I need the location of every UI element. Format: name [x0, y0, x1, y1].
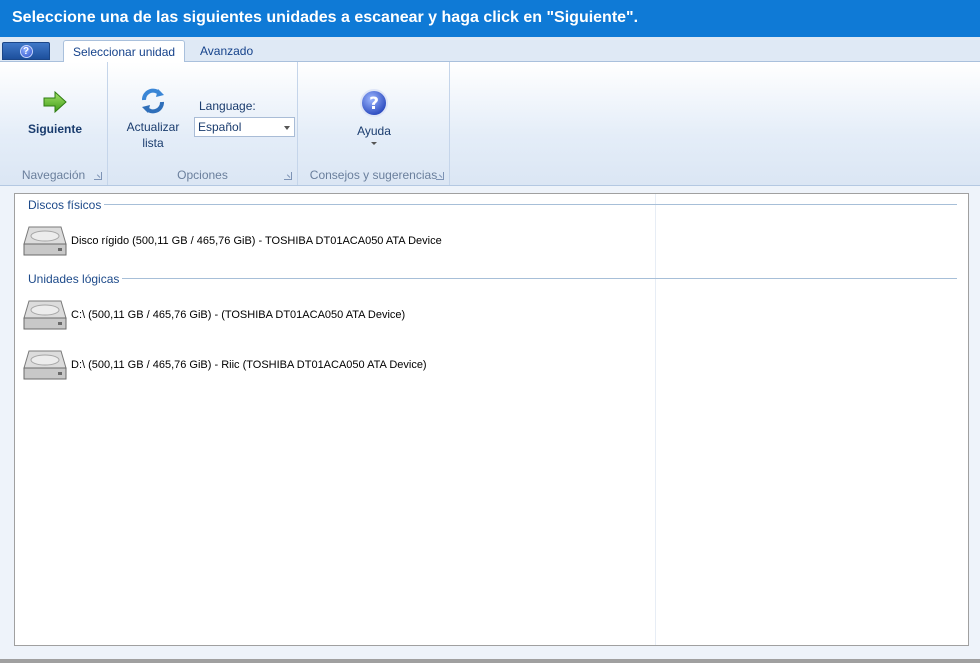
refresh-label-line1: Actualizar [126, 120, 180, 134]
help-icon: ? [360, 89, 388, 117]
group-tips: ? Ayuda Consejos y sugerencias [298, 62, 450, 185]
dialog-launcher-icon[interactable] [436, 172, 444, 180]
tab-label: Seleccionar unidad [73, 45, 176, 59]
language-select[interactable]: Español [194, 117, 295, 137]
list-item-label: Disco rígido (500,11 GB / 465,76 GiB) - … [71, 235, 442, 247]
language-label: Language: [199, 99, 256, 113]
section-header-logical: Unidades lógicas [28, 272, 120, 286]
next-button-label: Siguiente [27, 122, 82, 136]
hard-drive-icon [23, 226, 67, 256]
language-select-value: Español [198, 120, 242, 134]
arrow-right-icon [43, 90, 67, 114]
list-item-drive-c[interactable]: C:\ (500,11 GB / 465,76 GiB) - (TOSHIBA … [22, 298, 405, 332]
group-label-tips: Consejos y sugerencias [309, 168, 438, 182]
list-item-drive-d[interactable]: D:\ (500,11 GB / 465,76 GiB) - Riic (TOS… [22, 348, 427, 382]
hard-drive-icon [23, 350, 67, 380]
tab-advanced[interactable]: Avanzado [191, 40, 262, 62]
list-item-physical-disk[interactable]: Disco rígido (500,11 GB / 465,76 GiB) - … [22, 224, 442, 258]
title-text: Seleccione una de las siguientes unidade… [12, 9, 639, 26]
refresh-list-button[interactable]: Actualizar lista [120, 86, 186, 150]
tab-select-drive[interactable]: Seleccionar unidad [63, 40, 186, 63]
help-button-label: Ayuda [357, 124, 391, 138]
dialog-launcher-icon[interactable] [284, 172, 292, 180]
section-divider [104, 204, 957, 205]
help-icon: ? [19, 44, 33, 58]
title-bar: Seleccione una de las siguientes unidade… [0, 0, 980, 37]
help-button[interactable]: ? Ayuda [338, 88, 410, 145]
refresh-label-line2: lista [142, 136, 164, 150]
refresh-icon [142, 88, 164, 114]
column-divider [655, 194, 656, 645]
list-item-label: C:\ (500,11 GB / 465,76 GiB) - (TOSHIBA … [71, 309, 406, 321]
ribbon-tabstrip: ? Seleccionar unidad Avanzado [0, 37, 980, 63]
list-item-label: D:\ (500,11 GB / 465,76 GiB) - Riic (TOS… [71, 359, 427, 371]
section-header-physical: Discos físicos [28, 198, 102, 212]
tab-label: Avanzado [200, 44, 254, 58]
hard-drive-icon [23, 300, 67, 330]
group-label-options: Opciones [177, 168, 228, 182]
app-menu-button[interactable]: ? [2, 42, 50, 60]
dialog-launcher-icon[interactable] [94, 172, 102, 180]
section-divider [122, 278, 957, 279]
group-navigation: Siguiente Navegación [0, 62, 108, 185]
next-button[interactable]: Siguiente [14, 88, 96, 136]
drive-list-panel: Discos físicos Disco rígido (500,11 GB /… [14, 193, 969, 646]
svg-text:?: ? [369, 94, 379, 114]
group-label-navigation: Navegación [21, 168, 86, 182]
window-bottom-border [0, 659, 980, 663]
ribbon: Siguiente Navegación Actualizar lista Op… [0, 62, 980, 186]
chevron-down-icon [371, 142, 377, 145]
chevron-down-icon [284, 126, 290, 130]
